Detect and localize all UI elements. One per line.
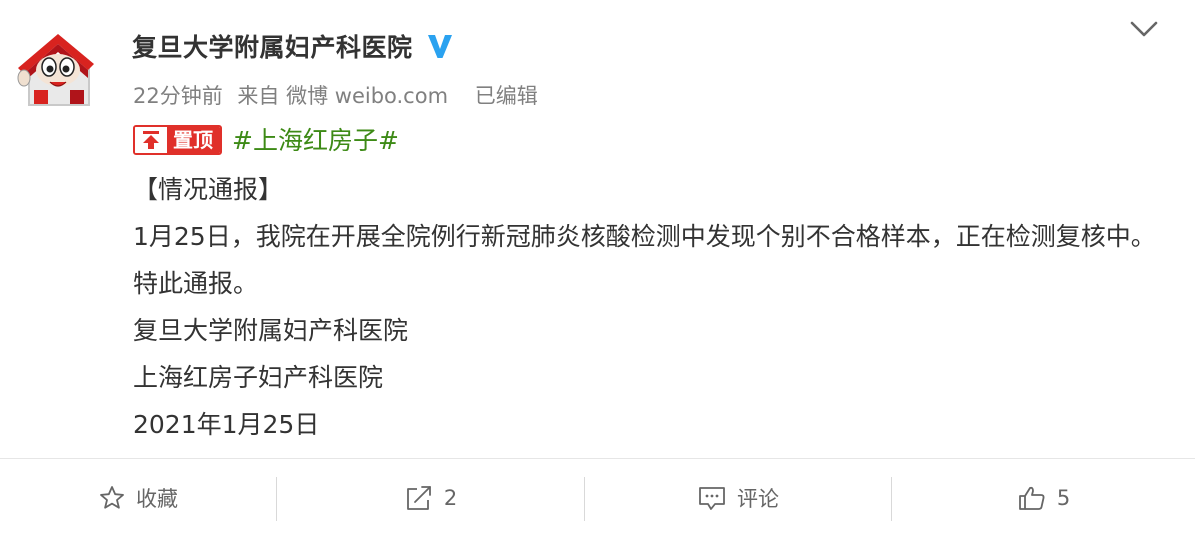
- post-time[interactable]: 22分钟前: [133, 84, 223, 108]
- post-body-text: 1月25日，我院在开展全院例行新冠肺炎核酸检测中发现个别不合格样本，正在检测复核…: [133, 222, 1156, 298]
- action-bar: 收藏 2 评论 5: [0, 459, 1195, 536]
- repost-icon: [406, 485, 431, 510]
- post-content: 置顶 #上海红房子# 【情况通报】 1月25日，我院在开展全院例行新冠肺炎核酸检…: [133, 120, 1173, 448]
- post-signature-2: 上海红房子妇产科医院: [133, 363, 384, 392]
- avatar[interactable]: [12, 28, 96, 108]
- comment-icon: [699, 486, 725, 510]
- pinned-label: 置顶: [167, 127, 220, 153]
- verified-icon: [427, 35, 452, 58]
- pin-icon: [135, 127, 167, 153]
- post-heading: 【情况通报】: [133, 175, 284, 204]
- thumbs-up-icon: [1018, 486, 1045, 510]
- post-signature-1: 复旦大学附属妇产科医院: [133, 316, 409, 345]
- repost-count: 2: [443, 485, 458, 510]
- post-source: 来自 微博 weibo.com: [237, 84, 449, 108]
- favorite-label: 收藏: [136, 486, 178, 511]
- star-icon: [100, 485, 124, 509]
- author-name[interactable]: 复旦大学附属妇产科医院: [132, 28, 413, 64]
- post-topline: 置顶 #上海红房子#: [133, 120, 1173, 160]
- comment-label: 评论: [737, 486, 779, 511]
- favorite-button[interactable]: 收藏: [0, 459, 276, 536]
- pinned-badge: 置顶: [133, 125, 222, 155]
- repost-button[interactable]: 2: [277, 459, 584, 536]
- post-date: 2021年1月25日: [133, 410, 320, 439]
- comment-button[interactable]: 评论: [585, 459, 891, 536]
- post-meta: 22分钟前 来自 微博 weibo.com 已编辑: [133, 80, 546, 110]
- edited-tag[interactable]: 已编辑: [475, 84, 538, 108]
- author-row: 复旦大学附属妇产科医院: [132, 26, 455, 66]
- topic-link[interactable]: #上海红房子#: [232, 117, 399, 164]
- chevron-down-icon[interactable]: [1128, 16, 1160, 42]
- like-count: 5: [1056, 485, 1071, 510]
- like-button[interactable]: 5: [892, 459, 1195, 536]
- weibo-post-card: 复旦大学附属妇产科医院 22分钟前 来自 微博 weibo.com 已编辑 置顶: [0, 0, 1195, 536]
